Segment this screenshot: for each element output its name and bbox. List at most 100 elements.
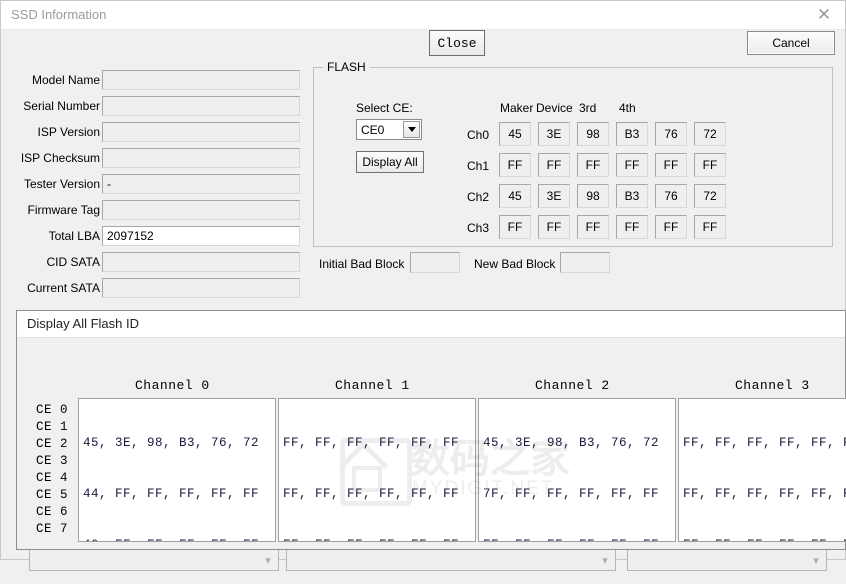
initial-bad-block-label: Initial Bad Block xyxy=(319,257,405,271)
field-label: Total LBA xyxy=(48,229,100,243)
field-row-total-lba: Total LBA 2097152 xyxy=(1,226,306,248)
cid-sata-input[interactable] xyxy=(102,252,300,272)
ssd-titlebar: SSD Information ✕ xyxy=(1,1,845,30)
flash-cell[interactable]: FF xyxy=(655,215,687,239)
field-label: Current SATA xyxy=(27,281,100,295)
isp-version-input[interactable] xyxy=(102,122,300,142)
field-row-cid-sata: CID SATA xyxy=(1,252,306,274)
chevron-down-icon[interactable] xyxy=(403,121,420,138)
channel-0-header: Channel 0 xyxy=(135,378,210,393)
background-dropdown-2[interactable]: ▾ xyxy=(286,549,616,571)
channel-3-rows: FF, FF, FF, FF, FF, FF FF, FF, FF, FF, F… xyxy=(679,399,846,541)
flash-cell[interactable]: 98 xyxy=(577,122,609,146)
flash-cell[interactable]: 45 xyxy=(499,122,531,146)
field-row-model-name: Model Name xyxy=(1,70,306,92)
column-header-4th: 4th xyxy=(619,101,636,115)
flash-cell[interactable]: 76 xyxy=(655,122,687,146)
ce-label: CE 5 xyxy=(36,488,69,502)
background-dropdown-3[interactable]: ▾ xyxy=(627,549,827,571)
display-all-button[interactable]: Display All xyxy=(356,151,424,173)
flash-cell[interactable]: FF xyxy=(538,215,570,239)
row-label-ch3: Ch3 xyxy=(467,221,490,235)
flash-id-row: FF, FF, FF, FF, FF, FF xyxy=(483,537,675,541)
ce-label: CE 0 xyxy=(36,403,69,417)
flash-cell[interactable]: 98 xyxy=(577,184,609,208)
flash-id-row: FF, FF, FF, FF, FF, FF xyxy=(283,537,475,541)
flash-id-row: 40, FF, FF, FF, FF, FF xyxy=(83,537,275,541)
background-dropdown-1[interactable]: ▾ xyxy=(29,549,279,571)
flash-cell[interactable]: B3 xyxy=(616,184,648,208)
close-icon[interactable]: ✕ xyxy=(813,5,835,25)
field-row-isp-version: ISP Version xyxy=(1,122,306,144)
channel-0-textbox[interactable]: 45, 3E, 98, B3, 76, 72 44, FF, FF, FF, F… xyxy=(78,398,276,542)
field-row-isp-checksum: ISP Checksum xyxy=(1,148,306,170)
flash-id-row: FF, FF, FF, FF, FF, FF xyxy=(283,487,460,501)
channel-1-textbox[interactable]: FF, FF, FF, FF, FF, FF FF, FF, FF, FF, F… xyxy=(278,398,476,542)
flash-cell[interactable]: 72 xyxy=(694,184,726,208)
field-label: Model Name xyxy=(31,73,100,87)
flash-cell[interactable]: FF xyxy=(616,215,648,239)
flash-cell[interactable]: FF xyxy=(577,153,609,177)
channel-3-textbox[interactable]: FF, FF, FF, FF, FF, FF FF, FF, FF, FF, F… xyxy=(678,398,846,542)
initial-bad-block-input[interactable] xyxy=(410,252,460,273)
row-label-ch1: Ch1 xyxy=(467,159,490,173)
select-ce-dropdown[interactable]: CE0 xyxy=(356,119,422,140)
cancel-button[interactable]: Cancel xyxy=(747,31,835,55)
flash-id-titlebar: Display All Flash ID xyxy=(17,311,845,338)
ce-label: CE 1 xyxy=(36,420,69,434)
flash-cell[interactable]: FF xyxy=(655,153,687,177)
column-header-maker: Maker xyxy=(500,101,534,115)
flash-id-dialog-title: Display All Flash ID xyxy=(27,316,139,331)
field-label: ISP Checksum xyxy=(20,151,100,165)
flash-cell[interactable]: FF xyxy=(694,153,726,177)
flash-cell[interactable]: 3E xyxy=(538,122,570,146)
flash-id-row: FF, FF, FF, FF, FF, FF xyxy=(683,436,846,450)
row-label-ch2: Ch2 xyxy=(467,190,490,204)
window-title: SSD Information xyxy=(11,7,107,22)
ce-row-labels: CE 0 CE 1 CE 2 CE 3 CE 4 CE 5 CE 6 CE 7 xyxy=(36,402,68,538)
chevron-down-icon[interactable]: ▾ xyxy=(595,550,615,570)
flash-cell[interactable]: FF xyxy=(499,215,531,239)
select-ce-label: Select CE: xyxy=(356,101,413,115)
column-header-device: Device xyxy=(536,101,573,115)
field-row-firmware-tag: Firmware Tag xyxy=(1,200,306,222)
chevron-down-icon[interactable]: ▾ xyxy=(806,550,826,570)
flash-id-row: 7F, FF, FF, FF, FF, FF xyxy=(483,487,660,501)
field-label: Serial Number xyxy=(23,99,100,113)
chevron-down-icon[interactable]: ▾ xyxy=(258,550,278,570)
field-label: Tester Version xyxy=(23,177,100,191)
field-label: ISP Version xyxy=(37,125,100,139)
flash-id-row: FF, FF, FF, FF, FF, FF xyxy=(683,487,846,501)
new-bad-block-input[interactable] xyxy=(560,252,610,273)
total-lba-input[interactable]: 2097152 xyxy=(102,226,300,246)
flash-id-row: 45, 3E, 98, B3, 76, 72 xyxy=(483,436,660,450)
flash-id-row: 44, FF, FF, FF, FF, FF xyxy=(83,487,260,501)
flash-cell[interactable]: B3 xyxy=(616,122,648,146)
flash-cell[interactable]: FF xyxy=(538,153,570,177)
new-bad-block-label: New Bad Block xyxy=(474,257,556,271)
tester-version-input[interactable]: - xyxy=(102,174,300,194)
column-header-3rd: 3rd xyxy=(579,101,597,115)
model-name-input[interactable] xyxy=(102,70,300,90)
field-row-serial-number: Serial Number xyxy=(1,96,306,118)
flash-cell[interactable]: 72 xyxy=(694,122,726,146)
firmware-tag-input[interactable] xyxy=(102,200,300,220)
channel-2-textbox[interactable]: 45, 3E, 98, B3, 76, 72 7F, FF, FF, FF, F… xyxy=(478,398,676,542)
flash-id-row: FF, FF, FF, FF, FF, FF xyxy=(283,436,460,450)
close-button[interactable]: Close xyxy=(429,30,485,56)
flash-cell[interactable]: 76 xyxy=(655,184,687,208)
flash-id-row: FF, FF, FF, FF, FF, FF xyxy=(683,537,846,541)
ce-label: CE 3 xyxy=(36,454,69,468)
flash-group-legend: FLASH xyxy=(323,60,370,74)
flash-cell[interactable]: 45 xyxy=(499,184,531,208)
flash-cell[interactable]: FF xyxy=(577,215,609,239)
ce-label: CE 2 xyxy=(36,437,69,451)
flash-cell[interactable]: 3E xyxy=(538,184,570,208)
row-label-ch0: Ch0 xyxy=(467,128,490,142)
flash-cell[interactable]: FF xyxy=(694,215,726,239)
isp-checksum-input[interactable] xyxy=(102,148,300,168)
flash-cell[interactable]: FF xyxy=(499,153,531,177)
current-sata-input[interactable] xyxy=(102,278,300,298)
serial-number-input[interactable] xyxy=(102,96,300,116)
flash-cell[interactable]: FF xyxy=(616,153,648,177)
